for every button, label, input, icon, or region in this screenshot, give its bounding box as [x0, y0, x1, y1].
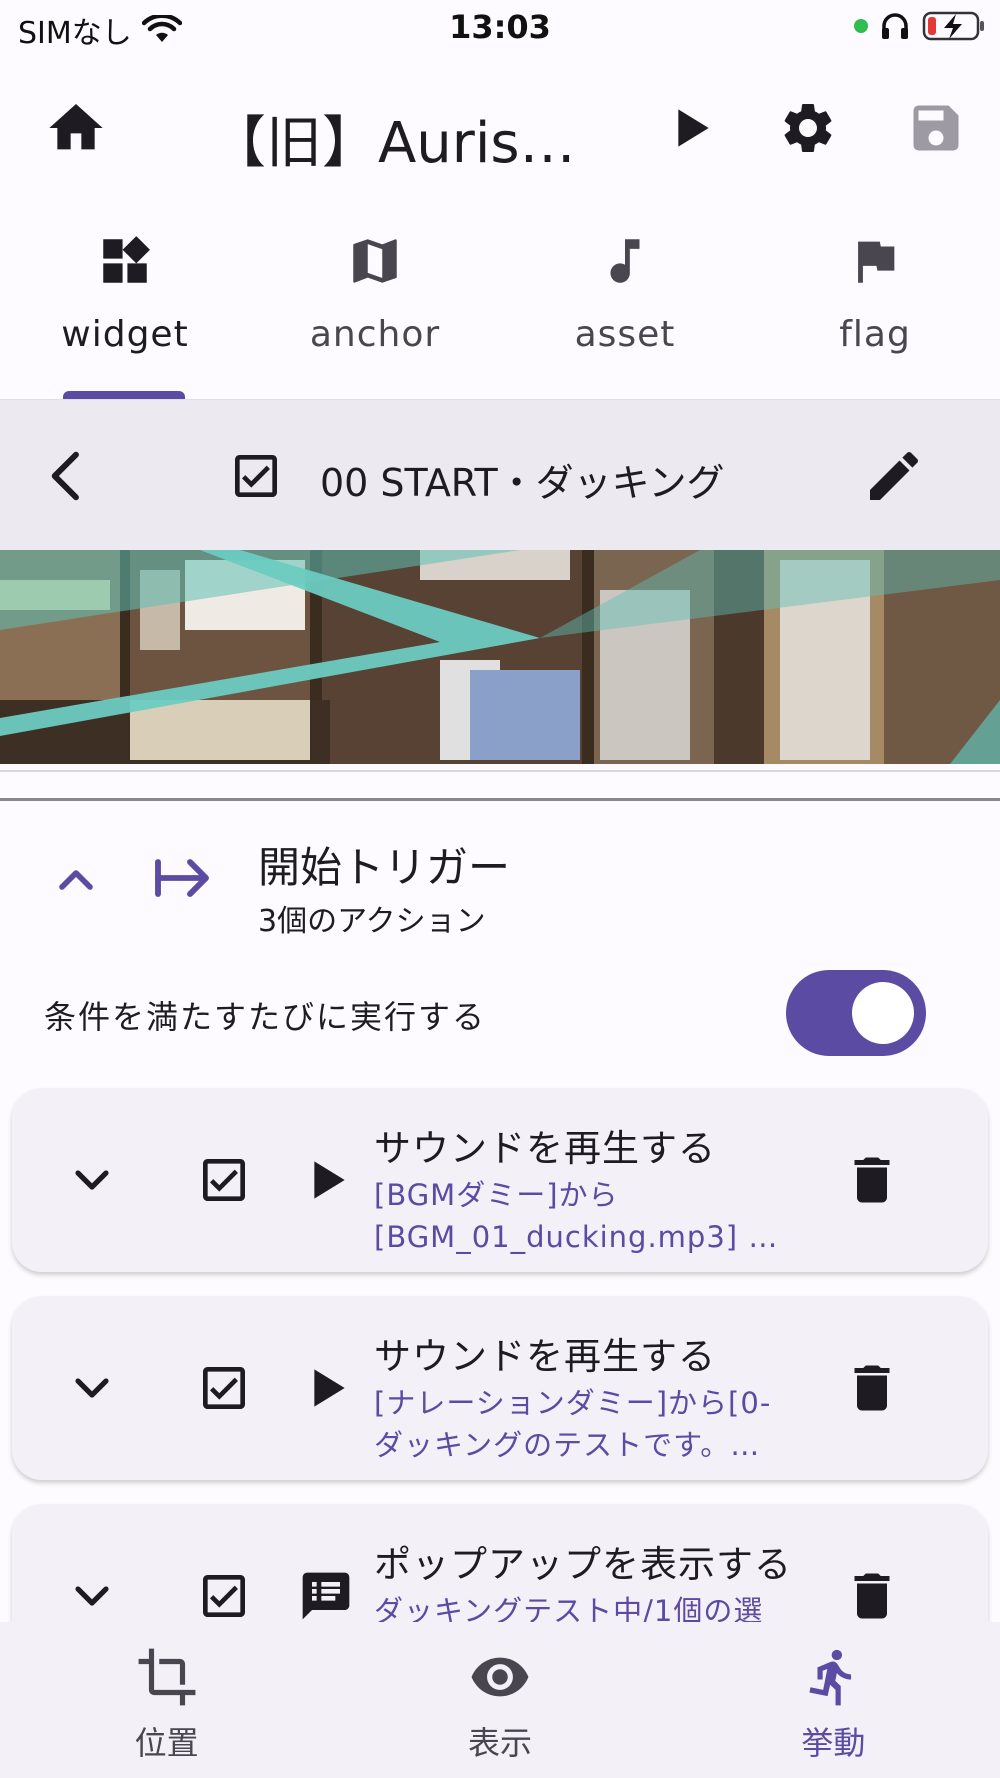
pencil-icon[interactable]: [862, 444, 926, 508]
chevron-down-icon[interactable]: [64, 1152, 120, 1208]
widget-enabled-checkbox[interactable]: [228, 448, 284, 504]
play-icon: [314, 1161, 345, 1199]
action-title: サウンドを再生する: [374, 1335, 716, 1378]
nav-display[interactable]: 表示: [333, 1622, 666, 1778]
trigger-section: 開始トリガー 3個のアクション: [0, 810, 1000, 960]
tab-label: flag: [839, 314, 911, 355]
tab-label: asset: [574, 314, 676, 355]
home-icon[interactable]: [44, 96, 108, 160]
headphones-icon: [882, 13, 908, 39]
nav-position[interactable]: 位置: [0, 1622, 333, 1778]
tab-label: anchor: [309, 314, 441, 355]
nav-label: 表示: [467, 1724, 532, 1762]
start-trigger-icon: [155, 859, 209, 897]
status-bar: SIMなし 13:03: [0, 0, 1000, 58]
trash-icon[interactable]: [842, 1358, 902, 1418]
battery-icon: [922, 11, 984, 41]
widget-header: 00 START・ダッキング: [0, 400, 1000, 550]
tab-asset[interactable]: asset: [500, 210, 750, 399]
action-title: サウンドを再生する: [374, 1127, 716, 1170]
flag-icon: [858, 241, 895, 283]
tab-widget[interactable]: widget: [0, 210, 250, 399]
nav-label: 挙動: [801, 1724, 866, 1762]
tab-bar: widget anchor asset flag: [0, 210, 1000, 400]
action-checkbox[interactable]: [196, 1152, 252, 1208]
action-checkbox[interactable]: [196, 1360, 252, 1416]
message-icon: [302, 1572, 350, 1620]
gear-icon[interactable]: [778, 98, 838, 158]
play-icon[interactable]: [662, 100, 718, 156]
action-description: [BGMダミー]から [BGM_01_ducking.mp3] …: [374, 1178, 779, 1254]
widget-preview-image: [0, 550, 1000, 764]
divider: [0, 770, 1000, 772]
chevron-left-icon[interactable]: [36, 444, 100, 508]
widgets-icon: [103, 236, 150, 283]
repeat-label: 条件を満たすたびに実行する: [44, 998, 487, 1036]
music-note-icon: [610, 239, 640, 283]
action-card[interactable]: サウンドを再生する [BGMダミー]から [BGM_01_ducking.mp3…: [12, 1088, 988, 1272]
nav-label: 位置: [134, 1724, 199, 1762]
save-icon[interactable]: [906, 98, 966, 158]
trigger-title: 開始トリガー: [258, 843, 511, 892]
chevron-up-icon[interactable]: [48, 852, 104, 908]
action-card[interactable]: サウンドを再生する [ナレーションダミー]から[0- ダッキングのテストです。…: [12, 1296, 988, 1480]
map-icon: [353, 239, 397, 283]
action-description: [ナレーションダミー]から[0- ダッキングのテストです。…: [374, 1386, 772, 1462]
tab-anchor[interactable]: anchor: [250, 210, 500, 399]
divider: [0, 798, 1000, 801]
trigger-subtitle: 3個のアクション: [258, 904, 486, 939]
tab-active-indicator: [63, 391, 185, 399]
trash-icon[interactable]: [842, 1566, 902, 1626]
action-title: ポップアップを表示する: [374, 1543, 792, 1586]
repeat-setting-row: 条件を満たすたびに実行する: [0, 960, 1000, 1070]
bottom-navigation: 位置 表示 挙動: [0, 1622, 1000, 1778]
chevron-down-icon[interactable]: [64, 1360, 120, 1416]
action-checkbox[interactable]: [196, 1568, 252, 1624]
app-bar: 【旧】Auris…: [0, 62, 1000, 202]
crop-icon: [138, 1648, 196, 1706]
trash-icon[interactable]: [842, 1150, 902, 1210]
nav-behavior[interactable]: 挙動: [667, 1622, 1000, 1778]
run-icon: [809, 1649, 852, 1706]
chevron-down-icon[interactable]: [64, 1568, 120, 1624]
status-time: 13:03: [449, 8, 551, 46]
tab-label: widget: [61, 314, 189, 355]
page-title: 【旧】Auris…: [210, 111, 576, 176]
tab-flag[interactable]: flag: [750, 210, 1000, 399]
repeat-toggle[interactable]: [786, 970, 926, 1056]
mic-indicator-icon: [854, 19, 868, 33]
app-screen: SIMなし 13:03 【旧】Auris… widget anchor asse…: [0, 0, 1000, 1778]
eye-icon: [471, 1657, 529, 1697]
widget-title: 00 START・ダッキング: [320, 461, 725, 505]
play-icon: [314, 1369, 345, 1407]
status-right: [854, 10, 986, 42]
toggle-knob: [852, 982, 914, 1044]
